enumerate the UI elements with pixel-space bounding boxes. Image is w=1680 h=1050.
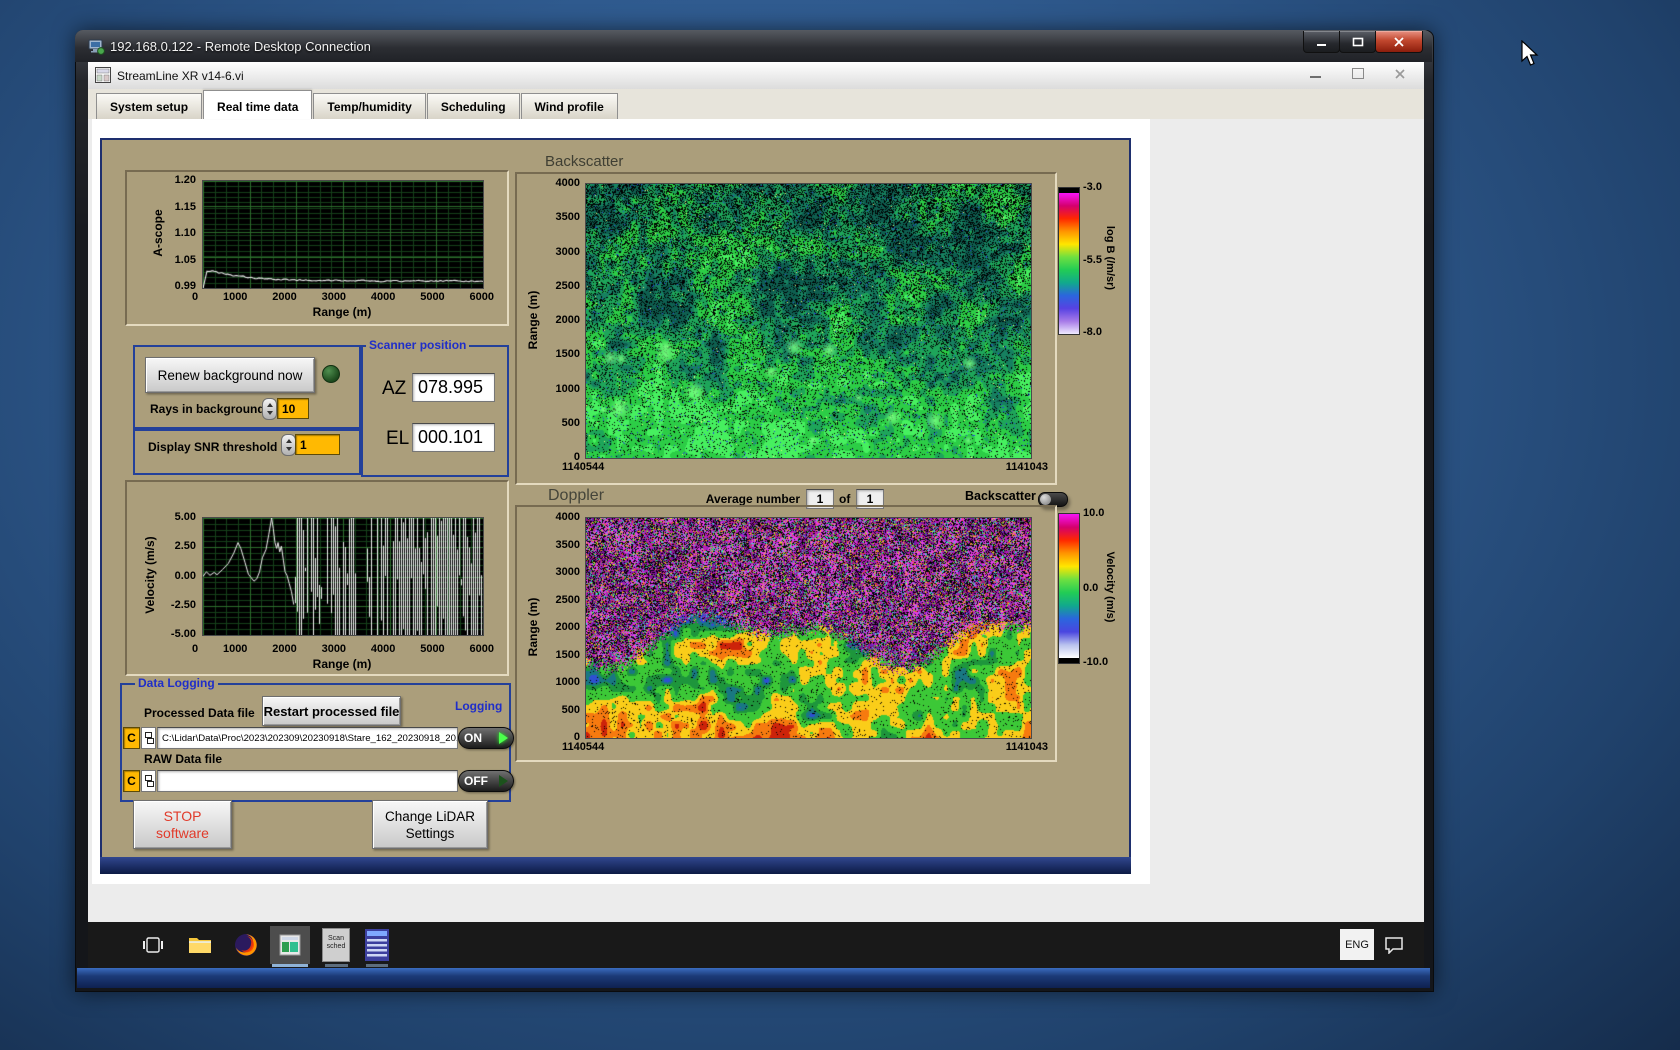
average-of-label: of — [839, 492, 851, 506]
doppler-x-left: 1140544 — [562, 741, 605, 753]
doppler-yticks: 4000 3500 3000 2500 2000 1500 1000 500 0 — [555, 511, 580, 743]
renew-background-button[interactable]: Renew background now — [145, 357, 315, 393]
log-viewer-icon[interactable] — [364, 928, 390, 967]
file-explorer-icon[interactable] — [188, 935, 212, 960]
processed-path-input[interactable]: C:\Lidar\Data\Proc\2023\202309\20230918\… — [157, 727, 458, 749]
tab-wind-profile[interactable]: Wind profile — [520, 93, 618, 119]
vi-title: StreamLine XR v14-6.vi — [117, 69, 244, 83]
firefox-icon[interactable] — [234, 933, 258, 962]
average-number-label: Average number — [705, 492, 800, 506]
doppler-colorbar-label: Velocity (m/s) — [1104, 551, 1116, 623]
tab-system-setup[interactable]: System setup — [96, 93, 203, 119]
processed-browse-button[interactable] — [141, 727, 156, 749]
raw-data-file-label: RAW Data file — [144, 752, 223, 766]
rdp-close-button[interactable] — [1375, 31, 1423, 53]
tabstrip: System setup Real time data Temp/humidit… — [88, 89, 1424, 119]
desktop: 192.168.0.122 - Remote Desktop Connectio… — [0, 0, 1680, 1050]
change-lidar-settings-button[interactable]: Change LiDAR Settings — [372, 800, 488, 849]
raw-drive-button[interactable]: C — [123, 770, 140, 792]
panel-bottom-bar — [100, 857, 1131, 874]
doppler-canvas — [585, 517, 1032, 739]
vi-maximize-icon[interactable] — [1352, 68, 1364, 79]
scanner-position-title: Scanner position — [366, 339, 470, 352]
backscatter-x-right: 1141043 — [1005, 461, 1048, 473]
ascope-canvas — [202, 180, 484, 289]
restart-processed-file-button[interactable]: Restart processed file — [262, 696, 401, 726]
rdp-bottom-border — [77, 968, 1430, 988]
rdp-title: 192.168.0.122 - Remote Desktop Connectio… — [110, 39, 371, 54]
backscatter-title: Backscatter — [545, 153, 624, 170]
vi-icon — [95, 67, 111, 88]
raw-path-input[interactable] — [157, 770, 458, 792]
logging-on-toggle[interactable]: ON — [458, 727, 514, 749]
action-center-icon[interactable] — [1384, 936, 1404, 959]
backscatter-yticks: 4000 3500 3000 2500 2000 1500 1000 500 0 — [555, 177, 580, 463]
vi-titlebar — [88, 62, 1424, 90]
doppler-colorbar — [1058, 513, 1080, 664]
az-label: AZ — [382, 378, 407, 399]
logging-label: Logging — [452, 700, 506, 713]
backscatter-x-left: 1140544 — [562, 461, 605, 473]
rays-spinner[interactable] — [262, 398, 277, 420]
vi-minimize-icon[interactable] — [1310, 76, 1321, 78]
rays-in-background-label: Rays in background — [150, 402, 265, 416]
language-indicator[interactable]: ENG — [1340, 929, 1374, 960]
ascope-ylabel: A-scope — [151, 209, 165, 257]
doppler-x-right: 1141043 — [1005, 741, 1048, 753]
el-label: EL — [386, 428, 410, 449]
ascope-yticks: 1.20 1.15 1.10 1.05 0.99 — [174, 174, 196, 292]
snr-spinner[interactable] — [281, 434, 296, 456]
tab-scheduling[interactable]: Scheduling — [426, 93, 520, 119]
logging-off-toggle[interactable]: OFF — [458, 770, 514, 792]
vi-close-icon[interactable] — [1394, 67, 1406, 85]
scanner-position-box — [361, 345, 509, 477]
velocity-xticks: 0 1000 2000 3000 4000 5000 6000 — [192, 643, 494, 655]
velocity-yticks: 5.00 2.50 0.00 -2.50 -5.00 — [170, 511, 196, 640]
backscatter-toggle-label: Backscatter — [965, 489, 1036, 503]
mouse-cursor — [1521, 39, 1540, 73]
tab-real-time-data[interactable]: Real time data — [203, 90, 313, 119]
processed-drive-button[interactable]: C — [123, 727, 140, 749]
open-app-indicator — [366, 964, 388, 967]
backscatter-canvas — [585, 183, 1032, 459]
colorbar-cap-low — [1059, 658, 1079, 663]
el-field: 000.101 — [412, 423, 495, 452]
streamline-app-taskbar-button[interactable] — [270, 926, 310, 964]
velocity-ylabel: Velocity (m/s) — [143, 536, 157, 614]
rdp-maximize-button[interactable] — [1339, 31, 1376, 53]
renew-led — [322, 365, 340, 383]
ascope-xticks: 0 1000 2000 3000 4000 5000 6000 — [192, 291, 494, 303]
backscatter-colorbar-ticks: -3.0 -5.5 -8.0 — [1083, 181, 1102, 338]
rdp-icon — [88, 38, 105, 60]
task-view-icon[interactable] — [142, 934, 164, 961]
snr-field[interactable]: 1 — [295, 434, 340, 455]
data-logging-title: Data Logging — [135, 677, 218, 690]
ascope-xlabel: Range (m) — [312, 305, 372, 319]
snr-threshold-label: Display SNR threshold — [148, 440, 278, 454]
raw-browse-button[interactable] — [141, 770, 156, 792]
stop-software-button[interactable]: STOP software — [133, 800, 232, 849]
rdp-minimize-button[interactable] — [1303, 31, 1340, 53]
az-field: 078.995 — [412, 373, 495, 402]
tab-temp-humidity[interactable]: Temp/humidity — [313, 93, 426, 119]
velocity-canvas — [202, 517, 484, 636]
scan-scheduler-icon[interactable]: Scan sched — [322, 928, 350, 962]
doppler-ylabel: Range (m) — [526, 597, 540, 657]
rays-field[interactable]: 10 — [277, 398, 309, 419]
backscatter-ylabel: Range (m) — [526, 290, 540, 350]
backscatter-colorbar — [1058, 187, 1080, 335]
active-app-indicator — [272, 964, 308, 967]
doppler-title: Doppler — [548, 487, 605, 504]
velocity-xlabel: Range (m) — [312, 657, 372, 671]
backscatter-colorbar-label: log B (/m/sr) — [1104, 225, 1116, 291]
open-app-indicator — [325, 964, 348, 967]
processed-data-file-label: Processed Data file — [144, 706, 255, 720]
